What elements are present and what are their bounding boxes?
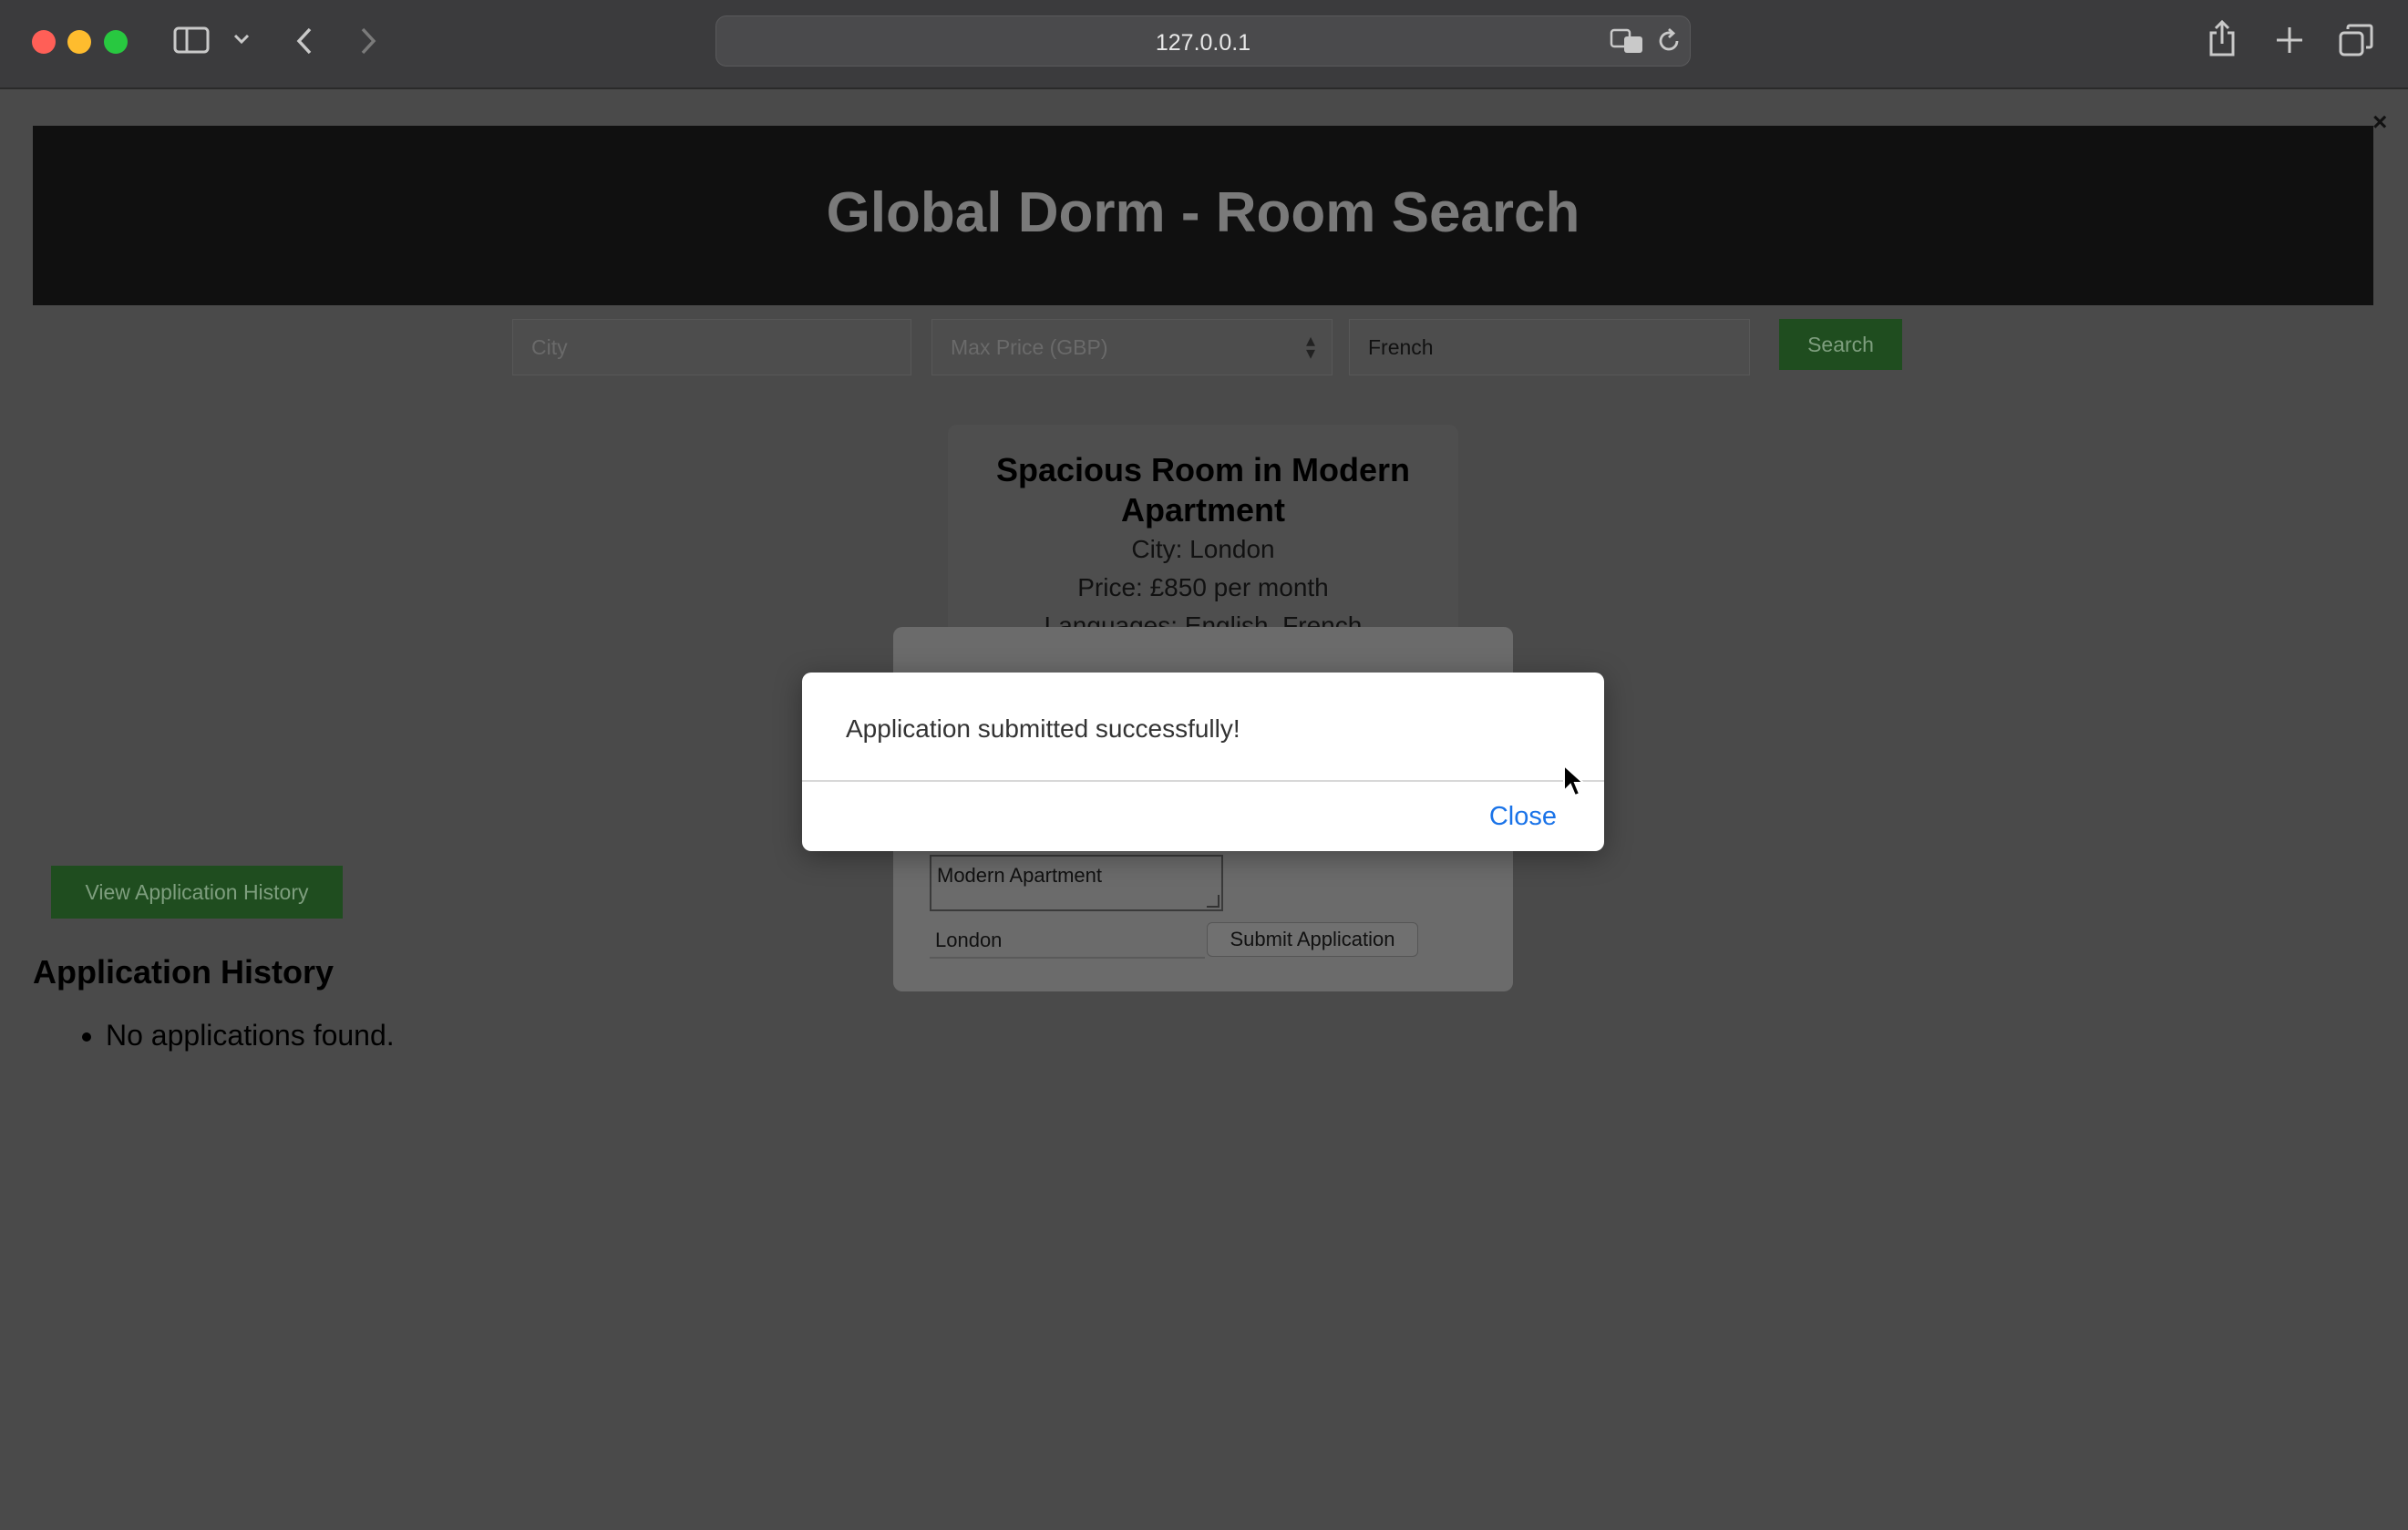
description-textarea[interactable]: Modern Apartment bbox=[930, 855, 1223, 911]
alert-divider bbox=[802, 780, 1604, 782]
resize-grip-icon[interactable] bbox=[1207, 895, 1219, 908]
mouse-cursor-icon bbox=[1562, 763, 1586, 803]
back-icon[interactable] bbox=[293, 26, 315, 56]
reload-icon[interactable] bbox=[1655, 27, 1683, 55]
listing-title: Spacious Room in Modern Apartment bbox=[995, 451, 1411, 529]
max-price-input[interactable]: Max Price (GBP) ▴ ▾ bbox=[931, 319, 1333, 375]
zoom-window-button[interactable] bbox=[104, 30, 128, 54]
browser-window: 127.0.0.1 × Global Dorm - Room Search Ci… bbox=[0, 0, 2408, 1530]
history-title: Application History bbox=[33, 953, 334, 991]
sidebar-icon[interactable] bbox=[173, 26, 210, 55]
listing-price: Price: £850 per month bbox=[1077, 573, 1329, 601]
forward-icon[interactable] bbox=[357, 26, 379, 56]
application-city-input[interactable]: London bbox=[930, 924, 1205, 959]
listing-card: Spacious Room in Modern Apartment City: … bbox=[948, 425, 1458, 652]
stepper-icon[interactable]: ▴ ▾ bbox=[1306, 332, 1315, 363]
minimize-window-button[interactable] bbox=[67, 30, 91, 54]
history-list: No applications found. bbox=[71, 1019, 395, 1053]
close-icon[interactable]: × bbox=[2372, 108, 2387, 137]
alert-dialog: Application submitted successfully! Clos… bbox=[802, 673, 1604, 851]
language-input[interactable]: French bbox=[1349, 319, 1750, 375]
page-header: Global Dorm - Room Search bbox=[33, 126, 2373, 305]
list-item: No applications found. bbox=[106, 1019, 395, 1053]
max-price-placeholder: Max Price (GBP) bbox=[951, 335, 1108, 359]
page-title: Global Dorm - Room Search bbox=[826, 181, 1580, 244]
close-window-button[interactable] bbox=[32, 30, 56, 54]
city-input[interactable]: City bbox=[512, 319, 911, 375]
url-text: 127.0.0.1 bbox=[1155, 30, 1251, 56]
alert-close-button[interactable]: Close bbox=[1489, 802, 1557, 832]
tabs-overview-icon[interactable] bbox=[2339, 24, 2373, 56]
chevron-down-icon[interactable] bbox=[232, 33, 251, 46]
view-history-button[interactable]: View Application History bbox=[51, 866, 343, 919]
new-tab-icon[interactable] bbox=[2275, 26, 2304, 55]
listing-city: City: London bbox=[1131, 535, 1275, 563]
alert-message: Application submitted successfully! bbox=[846, 714, 1240, 743]
browser-toolbar: 127.0.0.1 bbox=[0, 0, 2408, 89]
search-button[interactable]: Search bbox=[1779, 319, 1902, 370]
submit-application-button[interactable]: Submit Application bbox=[1207, 922, 1418, 957]
share-icon[interactable] bbox=[2207, 20, 2237, 58]
description-value: Modern Apartment bbox=[937, 864, 1102, 887]
translate-icon[interactable] bbox=[1610, 27, 1646, 55]
address-bar[interactable]: 127.0.0.1 bbox=[715, 15, 1691, 67]
